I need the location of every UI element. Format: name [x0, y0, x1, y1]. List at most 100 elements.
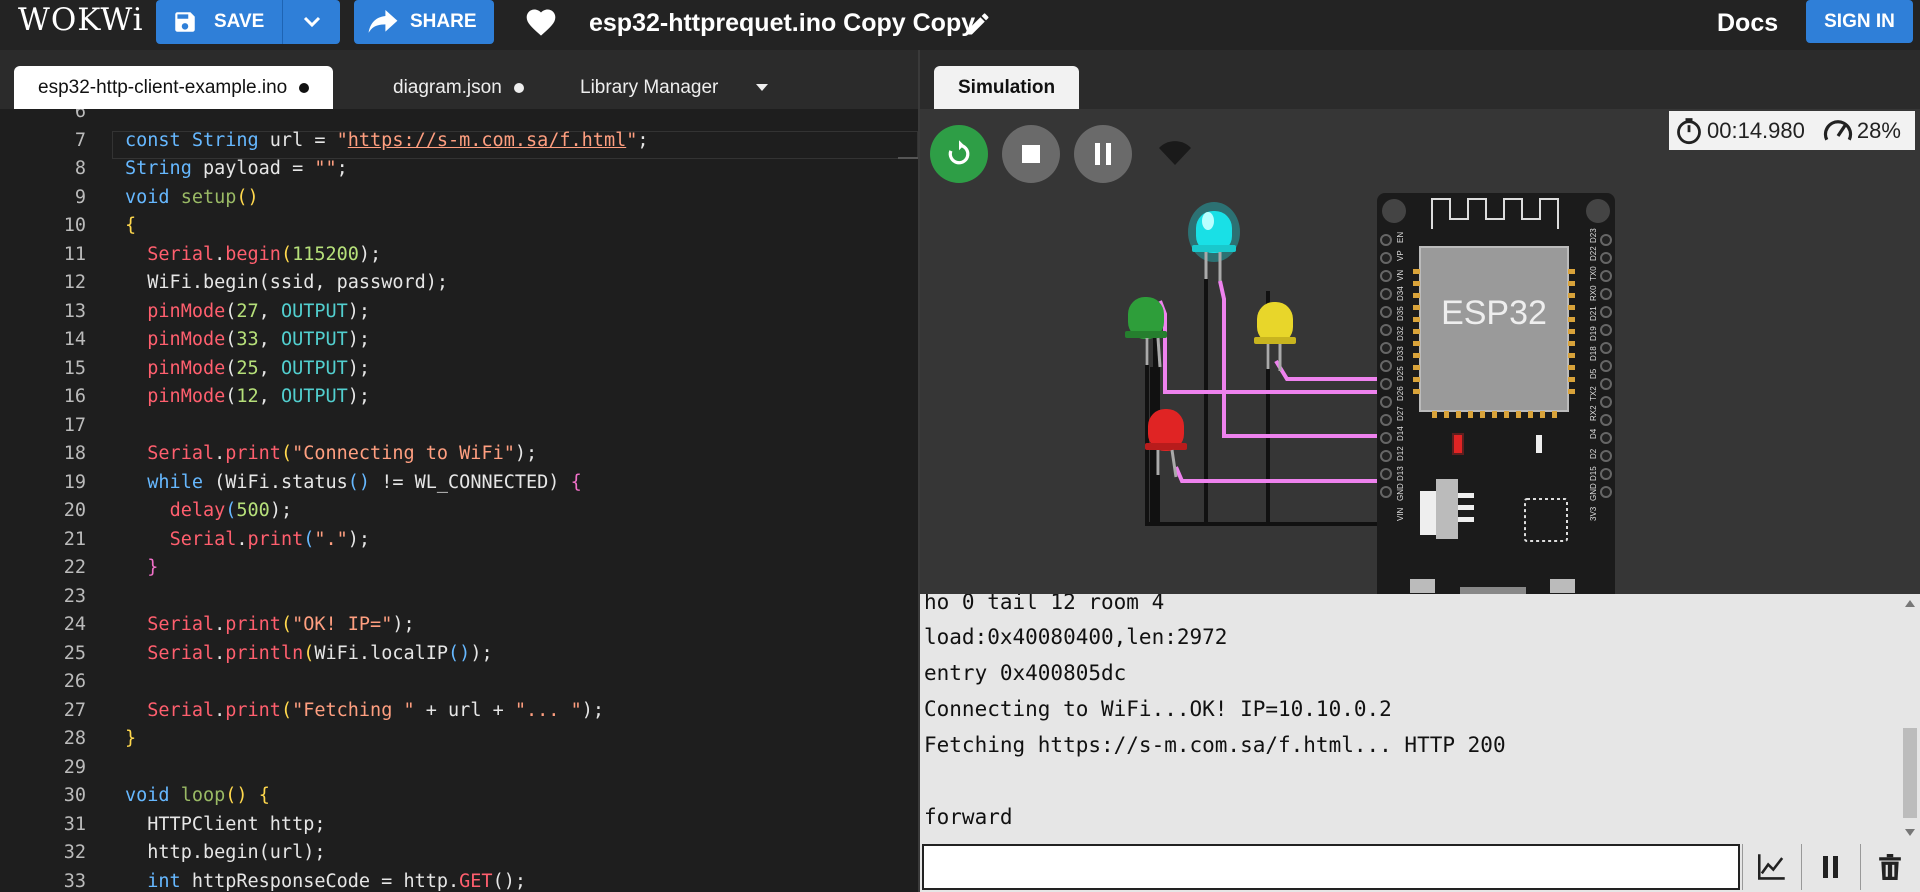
pause-serial-button[interactable]	[1801, 844, 1859, 890]
svg-text:VN: VN	[1396, 270, 1405, 281]
simulation-tab-bar: Simulation	[920, 50, 1920, 109]
tab-diagram-json[interactable]: diagram.json	[393, 66, 524, 109]
svg-text:RX2: RX2	[1589, 405, 1598, 421]
code-text: Serial.print("OK! IP=");	[147, 614, 415, 635]
pause-icon	[1822, 856, 1838, 878]
code-text: }	[147, 557, 159, 578]
code-text: pinMode(27, OUTPUT);	[147, 300, 371, 322]
share-label: SHARE	[410, 11, 477, 32]
svg-text:D13: D13	[1396, 466, 1405, 481]
clear-serial-button[interactable]	[1860, 844, 1918, 890]
line-number: 19	[63, 471, 86, 493]
serial-line: load:0x40080400,len:2972	[924, 625, 1228, 649]
circuit-diagram: ESP32 EN VP VN D34 D35 D32 D33 D25 D26 D…	[1125, 193, 1615, 594]
code-line: 24 Serial.print("OK! IP=");	[0, 611, 918, 639]
save-label: SAVE	[214, 11, 265, 32]
line-number: 9	[74, 186, 86, 208]
editor-tab-bar: esp32-http-client-example.ino diagram.js…	[0, 50, 918, 109]
serial-scrollbar[interactable]	[1900, 594, 1920, 842]
svg-text:D23: D23	[1589, 228, 1598, 243]
caret-down-icon[interactable]	[756, 84, 769, 91]
serial-line: Connecting to WiFi...OK! IP=10.10.0.2	[924, 697, 1392, 721]
code-line: 11 Serial.begin(115200);	[0, 241, 918, 269]
serial-monitor[interactable]: ho 0 tail 12 room 4 load:0x40080400,len:…	[920, 594, 1920, 842]
svg-text:D25: D25	[1396, 366, 1405, 381]
line-number: 33	[63, 870, 86, 892]
code-line: 20 delay(500);	[0, 497, 918, 525]
code-text: String payload = "";	[125, 158, 348, 179]
modified-dot-icon	[299, 82, 310, 93]
modified-dot-icon	[513, 82, 524, 93]
line-number: 21	[63, 528, 86, 550]
led-cyan	[1188, 202, 1240, 281]
timer-value: 00:14.980	[1707, 117, 1805, 143]
tab-simulation[interactable]: Simulation	[934, 66, 1080, 109]
svg-text:D21: D21	[1589, 306, 1598, 321]
chevron-down-icon	[303, 16, 320, 28]
restart-icon	[948, 140, 970, 165]
line-number: 6	[74, 109, 86, 122]
line-number: 27	[63, 699, 86, 721]
wifi-icon	[1159, 141, 1191, 165]
heart-icon[interactable]	[524, 7, 558, 37]
save-main[interactable]: SAVE	[156, 0, 282, 44]
speedometer-icon	[1823, 119, 1852, 140]
share-arrow-icon	[368, 10, 398, 33]
scroll-up-arrow-icon[interactable]	[1905, 600, 1915, 607]
code-line: 12 WiFi.begin(ssid, password);	[0, 269, 918, 297]
pause-simulation-button[interactable]	[1074, 125, 1132, 183]
project-title[interactable]: esp32-httprequet.ino Copy Copy	[589, 9, 975, 38]
line-number: 22	[63, 557, 86, 578]
code-text: Serial.print("Connecting to WiFi");	[147, 443, 538, 464]
svg-text:RX0: RX0	[1589, 285, 1598, 301]
code-line: 13 pinMode(27, OUTPUT);	[0, 298, 918, 326]
serial-line: entry 0x400805dc	[924, 661, 1127, 685]
svg-text:D18: D18	[1589, 346, 1598, 361]
svg-text:D14: D14	[1396, 426, 1405, 441]
scroll-down-arrow-icon[interactable]	[1905, 829, 1915, 836]
code-text: http.begin(url);	[125, 842, 326, 863]
code-text: Serial.println(WiFi.localIP());	[147, 642, 493, 664]
code-text: pinMode(33, OUTPUT);	[147, 329, 371, 350]
code-text: Serial.print(".");	[169, 528, 371, 550]
line-number: 12	[63, 272, 86, 293]
trash-icon	[1878, 854, 1901, 880]
scrollbar-thumb[interactable]	[1903, 728, 1917, 818]
stop-simulation-button[interactable]	[1002, 125, 1060, 183]
plotter-button[interactable]	[1742, 844, 1800, 890]
save-button[interactable]: SAVE	[156, 0, 340, 44]
line-number: 24	[63, 614, 86, 635]
code-editor[interactable]: 6 7 const String url = "https://s-m.com.s…	[0, 109, 918, 892]
save-dropdown-button[interactable]	[283, 0, 340, 44]
pencil-icon[interactable]	[964, 10, 992, 38]
line-number: 25	[63, 642, 86, 664]
line-number: 17	[63, 414, 86, 436]
sign-in-button[interactable]: SIGN IN	[1806, 0, 1913, 43]
svg-text:D34: D34	[1396, 286, 1405, 301]
wokwi-logo[interactable]: WOKWi	[18, 2, 144, 38]
svg-text:D12: D12	[1396, 446, 1405, 461]
svg-text:TX0: TX0	[1589, 266, 1598, 281]
line-number: 20	[63, 500, 86, 521]
code-line: 23	[0, 583, 918, 611]
led-yellow	[1254, 302, 1296, 371]
simulation-canvas[interactable]: ESP32 EN VP VN D34 D35 D32 D33 D25 D26 D…	[920, 109, 1920, 594]
code-line: 30 void loop() {	[0, 782, 918, 810]
stop-icon	[1022, 145, 1040, 163]
docs-link[interactable]: Docs	[1717, 9, 1778, 38]
serial-input[interactable]	[922, 844, 1740, 890]
tab-label: Library Manager	[580, 76, 719, 98]
code-text: {	[125, 215, 137, 236]
restart-simulation-button[interactable]	[930, 125, 988, 183]
svg-text:D15: D15	[1589, 466, 1598, 481]
svg-text:D27: D27	[1396, 406, 1405, 421]
svg-text:3V3: 3V3	[1589, 506, 1598, 521]
svg-text:D2: D2	[1589, 448, 1598, 459]
code-line: 8 String payload = "";	[0, 155, 918, 183]
code-line: 18 Serial.print("Connecting to WiFi");	[0, 440, 918, 468]
share-button[interactable]: SHARE	[354, 0, 494, 44]
line-number: 14	[63, 329, 86, 350]
tab-sketch-file[interactable]: esp32-http-client-example.ino	[14, 66, 334, 109]
esp32-board: ESP32 EN VP VN D34 D35 D32 D33 D25 D26 D…	[1377, 193, 1615, 594]
tab-library-manager[interactable]: Library Manager	[580, 66, 769, 109]
